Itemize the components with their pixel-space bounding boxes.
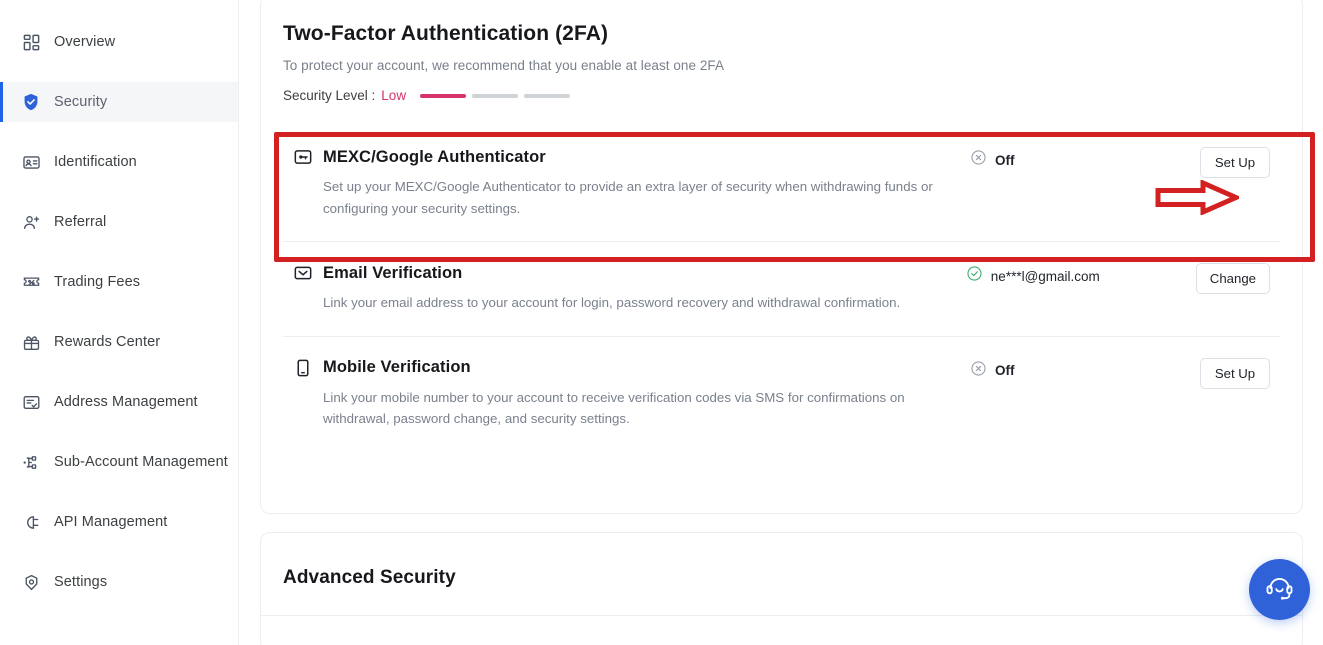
- advanced-security-title: Advanced Security: [283, 567, 456, 588]
- sidebar-item-label: Trading Fees: [54, 274, 141, 290]
- envelope-icon: [293, 263, 313, 283]
- divider: [261, 615, 1302, 616]
- table-row: MEXC/Google Authenticator Set up your ME…: [283, 125, 1280, 241]
- row-title: Mobile Verification: [323, 358, 471, 377]
- status-badge: Off: [970, 149, 1200, 171]
- security-level-segment: [524, 93, 571, 98]
- row-title: MEXC/Google Authenticator: [323, 147, 546, 166]
- security-level-value: Low: [381, 88, 407, 103]
- sidebar-item-sub-account-management[interactable]: Sub-Account Management: [0, 442, 238, 482]
- sidebar-item-label: API Management: [54, 514, 168, 530]
- key-box-icon: [293, 147, 313, 167]
- row-title: Email Verification: [323, 263, 463, 282]
- status-badge: ne***l@gmail.com: [966, 265, 1196, 287]
- customer-support-chat-button[interactable]: [1249, 559, 1310, 620]
- grid-icon: [21, 32, 41, 52]
- sidebar-nav: Overview Security Identification Referra…: [0, 0, 239, 645]
- account-security-page: Overview Security Identification Referra…: [0, 0, 1323, 645]
- circle-check-icon: [966, 265, 983, 287]
- setup-authenticator-button[interactable]: Set Up: [1200, 147, 1270, 178]
- setup-mobile-button[interactable]: Set Up: [1200, 357, 1270, 389]
- sidebar-item-identification[interactable]: Identification: [0, 142, 238, 182]
- sidebar-item-label: Security: [54, 94, 108, 110]
- sidebar-item-label: Overview: [54, 34, 116, 50]
- twofa-method-list: MEXC/Google Authenticator Set up your ME…: [283, 125, 1280, 452]
- gear-eye-icon: [21, 572, 41, 592]
- sidebar-item-address-management[interactable]: Address Management: [0, 382, 238, 422]
- row-description: Link your email address to your account …: [323, 295, 901, 311]
- row-description: Link your mobile number to your account …: [323, 389, 905, 427]
- sidebar-item-referral[interactable]: Referral: [0, 202, 238, 242]
- status-text: Off: [995, 152, 1015, 168]
- status-badge: Off: [970, 360, 1200, 382]
- user-plus-icon: [21, 212, 41, 232]
- sidebar-item-api-management[interactable]: API Management: [0, 502, 238, 542]
- security-level-bar: [420, 93, 571, 98]
- row-description: Set up your MEXC/Google Authenticator to…: [323, 179, 933, 216]
- sidebar-item-settings[interactable]: Settings: [0, 562, 238, 602]
- sidebar-item-label: Address Management: [54, 394, 198, 410]
- security-level-indicator: Security Level : Low: [283, 88, 1280, 103]
- sidebar-item-security[interactable]: Security: [0, 82, 238, 122]
- sidebar-item-overview[interactable]: Overview: [0, 22, 238, 62]
- sidebar-item-trading-fees[interactable]: Trading Fees: [0, 262, 238, 302]
- status-text: Off: [995, 363, 1015, 379]
- table-row: Mobile Verification Link your mobile num…: [283, 335, 1280, 452]
- security-level-segment: [420, 93, 467, 98]
- security-level-segment: [472, 93, 519, 98]
- main-content: Two-Factor Authentication (2FA) To prote…: [239, 0, 1323, 645]
- ticket-percent-icon: [21, 272, 41, 292]
- sidebar-item-label: Settings: [54, 574, 108, 590]
- shield-check-icon: [21, 92, 41, 112]
- mobile-verification-info: Mobile Verification Link your mobile num…: [293, 358, 970, 430]
- id-card-icon: [21, 152, 41, 172]
- sidebar-item-label: Sub-Account Management: [54, 454, 228, 470]
- sidebar-item-label: Identification: [54, 154, 137, 170]
- email-verification-info: Email Verification Link your email addre…: [293, 263, 966, 314]
- sidebar-item-label: Rewards Center: [54, 334, 161, 350]
- change-email-button[interactable]: Change: [1195, 263, 1270, 295]
- two-factor-authentication-card: Two-Factor Authentication (2FA) To prote…: [260, 0, 1303, 514]
- status-text: ne***l@gmail.com: [990, 268, 1100, 284]
- table-row: Email Verification Link your email addre…: [283, 241, 1280, 336]
- gift-icon: [21, 332, 41, 352]
- headset-support-icon: [1264, 573, 1295, 607]
- address-list-icon: [21, 392, 41, 412]
- security-level-label: Security Level :: [283, 88, 376, 103]
- page-subtitle: To protect your account, we recommend th…: [283, 58, 725, 73]
- sub-account-icon: [21, 452, 41, 472]
- page-title: Two-Factor Authentication (2FA): [283, 22, 609, 45]
- plug-icon: [21, 512, 41, 532]
- mobile-icon: [293, 358, 313, 378]
- circle-x-icon: [970, 360, 987, 382]
- sidebar-item-label: Referral: [54, 214, 107, 230]
- authenticator-info: MEXC/Google Authenticator Set up your ME…: [293, 147, 970, 219]
- sidebar-item-rewards-center[interactable]: Rewards Center: [0, 322, 238, 362]
- advanced-security-card: Advanced Security: [260, 532, 1303, 645]
- circle-x-icon: [970, 149, 987, 171]
